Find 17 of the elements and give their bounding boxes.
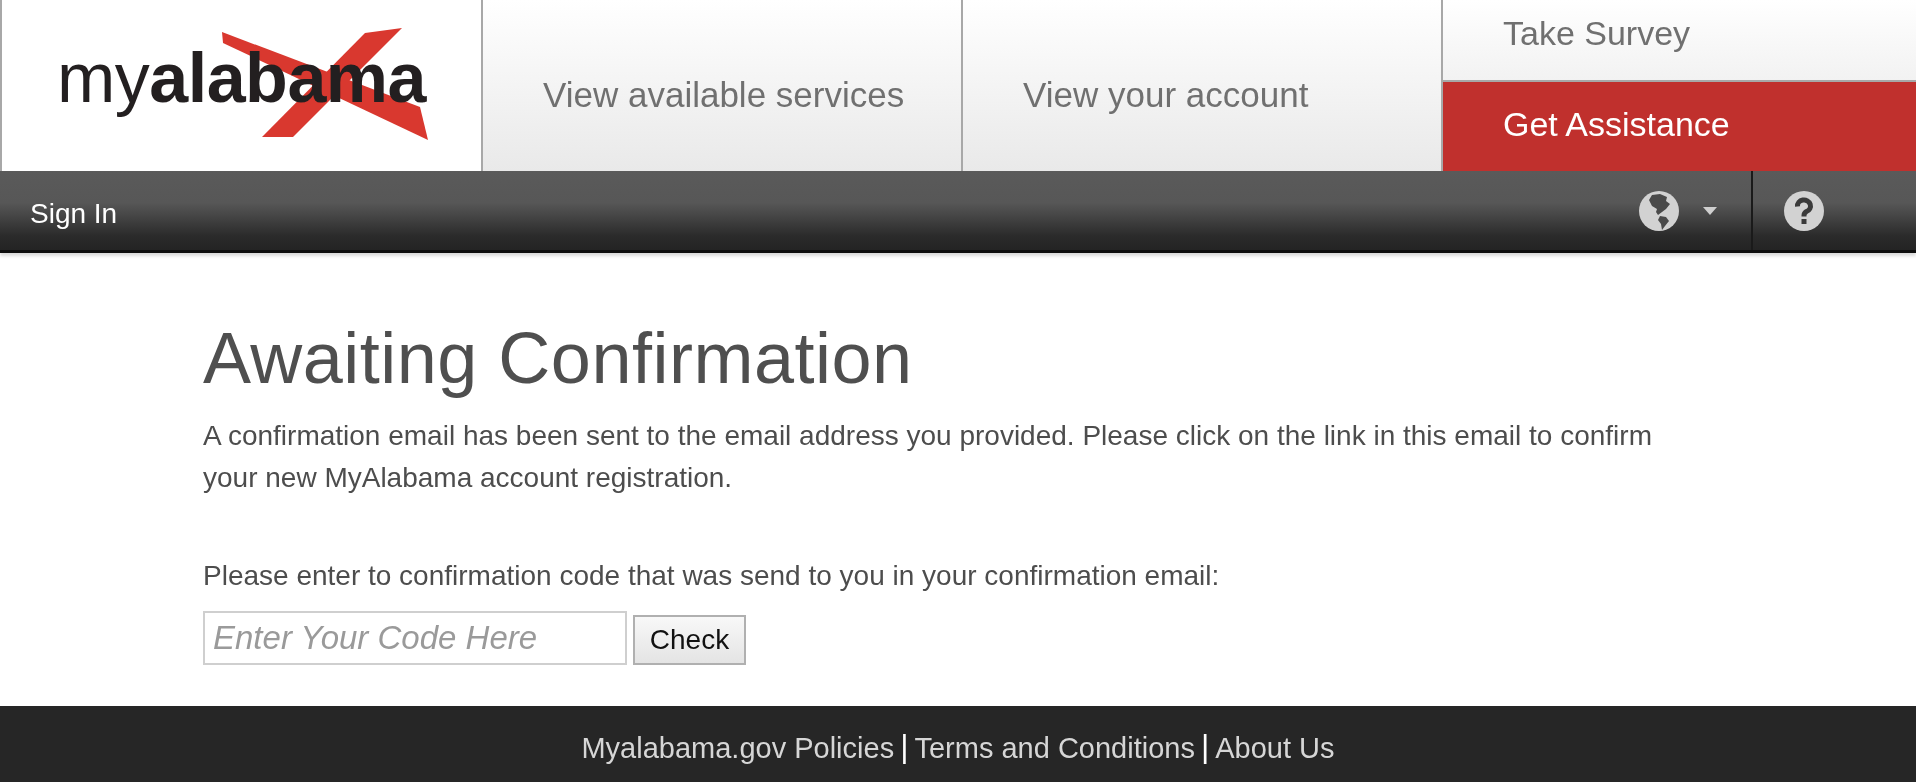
assistance-button[interactable]: Get Assistance (1443, 82, 1916, 171)
footer-link[interactable]: About Us (1215, 731, 1335, 765)
page-title: Awaiting Confirmation (203, 317, 914, 399)
nav-tab[interactable]: View your account (963, 0, 1443, 171)
confirmation-message: A confirmation email has been sent to the email address you provided. Please click on the link in this email to confirm your new MyAlabama account registration. (203, 419, 1653, 495)
footer-link[interactable]: Terms and Conditions (914, 731, 1195, 765)
sign-in-link[interactable]: Sign In (30, 191, 118, 230)
nav-tab[interactable]: View available services (483, 0, 963, 171)
code-prompt: Please enter to confirmation code that was send to you in your confirmation email: (203, 559, 1221, 593)
check-button[interactable]: Check (633, 615, 746, 665)
footer-link[interactable]: Myalabama.gov Policies (581, 731, 895, 765)
separator: | (1200, 728, 1210, 766)
globe-icon[interactable] (1639, 190, 1679, 231)
separator: | (900, 728, 909, 766)
code-input-field[interactable]: Enter Your Code Here (203, 611, 627, 665)
help-icon[interactable] (1784, 190, 1824, 231)
caret-icon[interactable] (1703, 206, 1717, 215)
